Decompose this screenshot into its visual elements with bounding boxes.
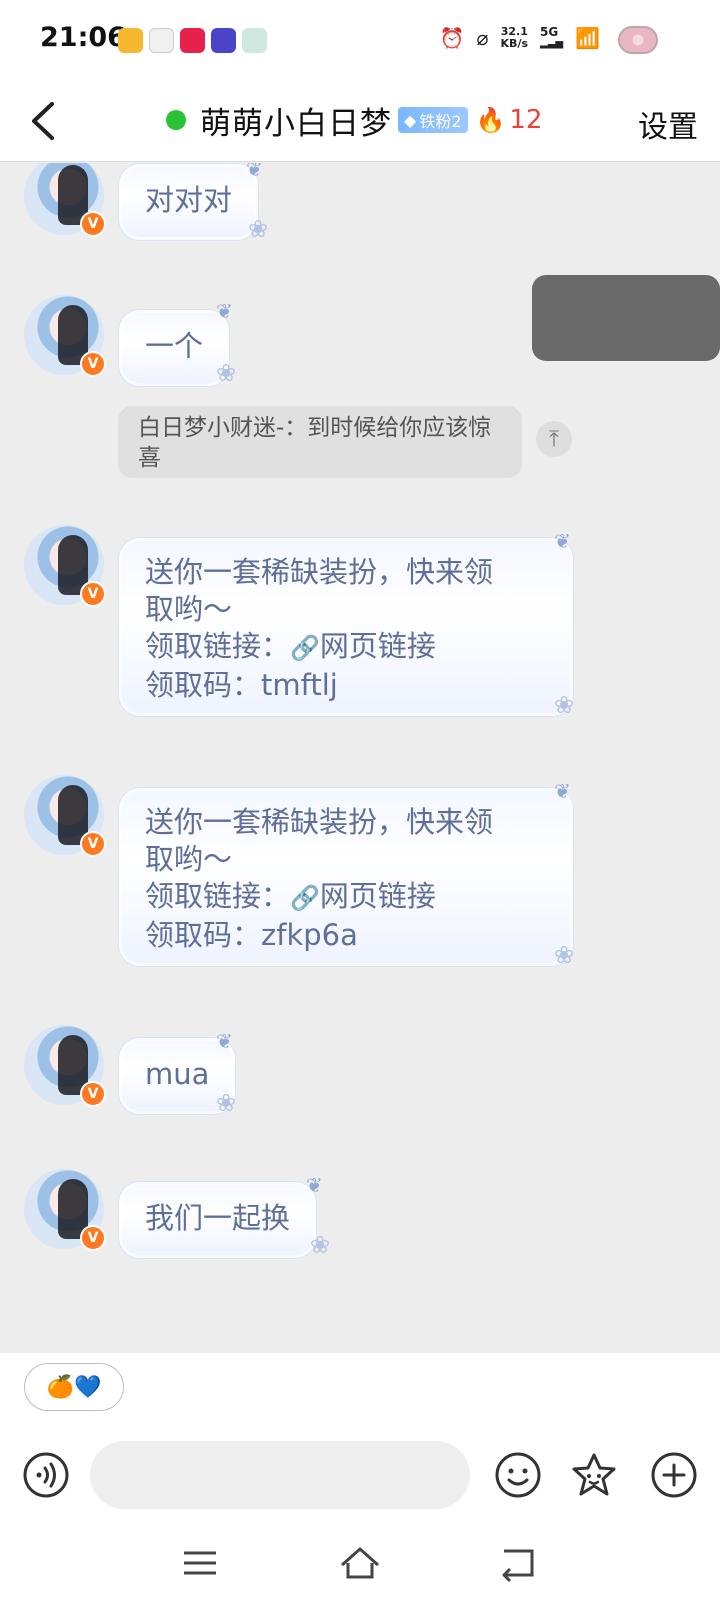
web-link[interactable]: 网页链接 [320,629,436,663]
link-prefix: 领取链接： [145,629,291,663]
sticker-icon[interactable] [570,1451,618,1499]
status-bar: 21:06 ⏰ ⌀ 32.1 KB/s 5G ▂▃▅ 📶 [0,0,720,82]
alarm-icon: ⏰ [439,26,465,50]
message-text: 对对对 [145,183,233,217]
verified-badge-icon: V [80,1225,106,1251]
message-text: 一个 [145,329,204,363]
back-nav-icon[interactable] [496,1543,540,1583]
verified-badge-icon: V [80,1081,106,1107]
fire-icon: 🔥 [475,106,506,134]
web-link[interactable]: 网页链接 [320,879,436,913]
verified-badge-icon: V [80,351,106,377]
emoji-icon[interactable] [494,1451,542,1499]
message-line: 送你一套稀缺装扮，快来领 [145,805,494,839]
message-line: 取哟～ [145,842,233,876]
jump-to-quote-icon[interactable]: ⤒ [536,421,572,457]
message-text: 我们一起换 [145,1201,291,1235]
status-time: 21:06 [40,22,126,53]
shein-icon [211,28,236,53]
fan-level-label: 铁粉2 [419,112,462,131]
rose-icon: ❀ [554,941,575,969]
redeem-code[interactable]: tmftlj [261,668,338,702]
link-row: 领取链接：🔗网页链接 [145,628,547,667]
link-row: 领取链接：🔗网页链接 [145,878,547,917]
redeem-code[interactable]: zfkp6a [261,918,358,952]
avatar[interactable]: V [24,775,106,857]
message-text: mua [145,1057,210,1091]
message-bubble[interactable]: 一个 [118,309,231,387]
code-prefix: 领取码： [145,668,262,702]
message-bubble[interactable]: 送你一套稀缺装扮，快来领 取哟～ 领取链接：🔗网页链接 领取码：zfkp6a [118,787,574,967]
link-icon: 🔗 [290,884,320,912]
fire-count: 12 [509,105,543,135]
wifi-icon: 📶 [575,26,600,50]
voice-icon[interactable] [22,1451,70,1499]
code-prefix: 领取码： [145,918,262,952]
message-input[interactable] [90,1441,470,1509]
avatar[interactable]: V [24,1025,106,1107]
avatar[interactable]: V [24,525,106,607]
message-line: 送你一套稀缺装扮，快来领 [145,555,494,589]
quoted-text: 白日梦小财迷-：到时候给你应该惊喜 [138,415,492,471]
rose-icon: ❀ [216,1089,237,1117]
net-speed-unit: KB/s [500,37,529,50]
system-icons: ⏰ ⌀ 32.1 KB/s 5G ▂▃▅ 📶 [439,25,600,51]
verified-badge-icon: V [80,831,106,857]
quoted-message[interactable]: 白日梦小财迷-：到时候给你应该惊喜 [118,406,522,478]
signal-5g-icon: 5G ▂▃▅ [540,25,564,49]
battery-donut-icon [618,26,658,54]
game-app-icon [242,28,267,53]
butterfly-icon: ❦ [216,1029,233,1053]
butterfly-icon: ❦ [306,1173,323,1197]
butterfly-icon: ❦ [554,779,571,803]
verified-badge-icon: V [80,581,106,607]
chat-title: 萌萌小白日梦 [200,105,392,142]
system-nav-bar [0,1523,720,1608]
rose-icon: ❀ [248,215,269,243]
message-bubble[interactable]: 对对对 [118,163,260,241]
quick-reply-chip[interactable]: 🍊💙 [24,1363,124,1411]
home-icon[interactable] [338,1543,382,1583]
message-bubble[interactable]: 送你一套稀缺装扮，快来领 取哟～ 领取链接：🔗网页链接 领取码：tmftlj [118,537,574,717]
fan-level-badge: ◆ 铁粉2 [398,107,468,133]
settings-button[interactable]: 设置 [638,102,698,146]
chat-title-group[interactable]: 萌萌小白日梦 ◆ 铁粉2 🔥 12 [166,98,542,142]
input-area: 🍊💙 [0,1353,720,1523]
online-status-dot [166,110,186,130]
network-type: 5G [540,25,559,39]
code-row: 领取码：tmftlj [145,667,547,704]
butterfly-icon: ❦ [554,529,571,553]
message-bubble[interactable]: 我们一起换 [118,1181,318,1259]
notification-icons [118,28,267,53]
butterfly-icon: ❦ [246,163,263,181]
avatar[interactable]: V [24,163,106,237]
butterfly-icon: ❦ [216,299,233,323]
shopping-app-icon [180,28,205,53]
message-line: 取哟～ [145,592,233,626]
chat-header: 萌萌小白日梦 ◆ 铁粉2 🔥 12 设置 [0,82,720,162]
rose-icon: ❀ [216,359,237,387]
avatar[interactable]: V [24,295,106,377]
rose-icon: ❀ [554,691,575,719]
chat-messages[interactable]: V 对对对 ❦ ❀ V 一个 ❦ ❀ 白日梦小财迷-：到时候给你应该惊喜 ⤒ V… [0,163,720,1353]
weibo-icon [118,28,143,53]
menu-icon[interactable] [178,1543,222,1583]
net-speed: 32.1 KB/s [501,26,528,50]
rose-icon: ❀ [310,1231,331,1259]
verified-badge-icon: V [80,211,106,237]
link-icon: 🔗 [290,634,320,662]
diamond-icon: ◆ [404,110,417,130]
redacted-message [532,275,720,361]
map-pin-icon [149,28,174,53]
eye-off-icon: ⌀ [476,26,489,50]
avatar[interactable]: V [24,1169,106,1251]
code-row: 领取码：zfkp6a [145,917,547,954]
back-arrow-icon[interactable] [24,98,64,144]
link-prefix: 领取链接： [145,879,291,913]
plus-icon[interactable] [650,1451,698,1499]
